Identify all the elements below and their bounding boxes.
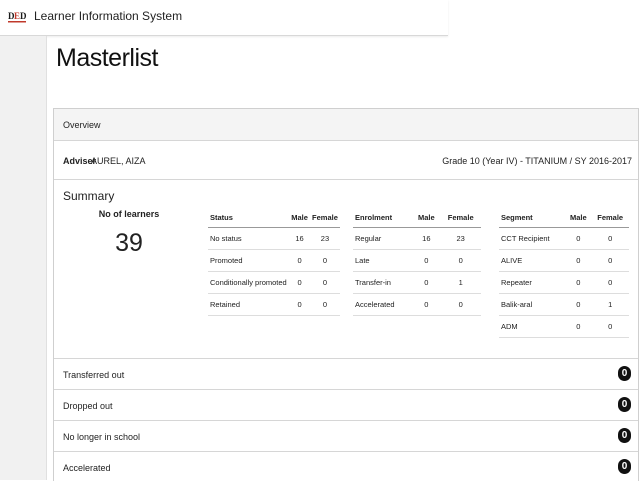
table-cell: Regular bbox=[353, 227, 413, 250]
table-cell: 16 bbox=[289, 227, 310, 250]
count-badge: 0 bbox=[618, 428, 631, 443]
learners-count-label: No of learners bbox=[98, 209, 160, 219]
table-cell: 16 bbox=[412, 227, 441, 250]
table-cell: ADM bbox=[499, 315, 566, 338]
count-badge: 0 bbox=[618, 459, 631, 474]
table-row: Accelerated 0 0 bbox=[353, 293, 481, 316]
table-cell: 0 bbox=[565, 227, 592, 250]
table-cell: 0 bbox=[591, 315, 629, 338]
table-cell: Promoted bbox=[208, 249, 290, 272]
table-header: Female bbox=[440, 207, 481, 228]
table-cell: Retained bbox=[208, 293, 290, 316]
table-cell: 0 bbox=[309, 249, 340, 272]
list-row-no-longer-in-school[interactable]: No longer in school 0 bbox=[54, 420, 638, 452]
table-cell: 1 bbox=[440, 271, 481, 294]
list-row-label: No longer in school bbox=[63, 432, 141, 442]
table-row: Conditionally promoted 0 0 bbox=[208, 271, 340, 294]
table-header: Male bbox=[565, 207, 592, 228]
table-row: No status 16 23 bbox=[208, 227, 340, 250]
adviser-row: Adviser AUREL, AIZA Grade 10 (Year IV) -… bbox=[54, 141, 638, 180]
table-cell: Late bbox=[353, 249, 413, 272]
svg-text:D: D bbox=[20, 11, 27, 21]
enrolment-table: Enrolment Male Female Regular 16 23 Late 0 0 Tran… bbox=[353, 207, 481, 316]
table-cell: 0 bbox=[440, 293, 481, 316]
table-row: Retained 0 0 bbox=[208, 293, 340, 316]
list-row-label: Accelerated bbox=[63, 463, 111, 473]
table-cell: Balik-aral bbox=[499, 293, 566, 316]
table-cell: Conditionally promoted bbox=[208, 271, 290, 294]
table-cell: ALIVE bbox=[499, 249, 566, 272]
table-cell: 0 bbox=[565, 293, 592, 316]
table-header: Segment bbox=[499, 207, 566, 228]
table-cell: 0 bbox=[565, 249, 592, 272]
table-row: Transfer-in 0 1 bbox=[353, 271, 481, 294]
table-cell: 0 bbox=[440, 249, 481, 272]
top-navbar: D E D Learner Information System bbox=[0, 0, 448, 36]
list-row-accelerated[interactable]: Accelerated 0 bbox=[54, 451, 638, 483]
table-header: Female bbox=[591, 207, 629, 228]
table-row: Regular 16 23 bbox=[353, 227, 481, 250]
sidebar bbox=[0, 36, 47, 480]
table-cell: 23 bbox=[440, 227, 481, 250]
panel-heading-label: Overview bbox=[63, 120, 101, 130]
table-row: CCT Recipient 0 0 bbox=[499, 227, 629, 250]
table-cell: 0 bbox=[309, 271, 340, 294]
table-row: Late 0 0 bbox=[353, 249, 481, 272]
learners-count: 39 bbox=[115, 229, 143, 257]
count-badge: 0 bbox=[618, 397, 631, 412]
table-cell: 0 bbox=[565, 271, 592, 294]
table-header: Male bbox=[289, 207, 310, 228]
page-title: Masterlist bbox=[56, 44, 158, 72]
table-row: ADM 0 0 bbox=[499, 315, 629, 338]
deped-logo-icon[interactable]: D E D bbox=[8, 7, 28, 27]
table-cell: 0 bbox=[412, 293, 441, 316]
table-header: Enrolment bbox=[353, 207, 413, 228]
table-cell: 0 bbox=[289, 249, 310, 272]
panel-heading: Overview bbox=[54, 109, 638, 141]
segment-table: Segment Male Female CCT Recipient 0 0 ALIVE 0 0 R… bbox=[499, 207, 629, 338]
list-row-dropped-out[interactable]: Dropped out 0 bbox=[54, 389, 638, 421]
table-cell: 0 bbox=[412, 271, 441, 294]
table-cell: CCT Recipient bbox=[499, 227, 566, 250]
overview-panel: Overview Adviser AUREL, AIZA Grade 10 (Y… bbox=[53, 108, 639, 483]
adviser-name: AUREL, AIZA bbox=[91, 156, 146, 166]
table-row: Repeater 0 0 bbox=[499, 271, 629, 294]
table-header: Status bbox=[208, 207, 290, 228]
table-cell: 0 bbox=[591, 271, 629, 294]
table-cell: Repeater bbox=[499, 271, 566, 294]
table-header: Female bbox=[309, 207, 340, 228]
table-cell: 0 bbox=[591, 249, 629, 272]
list-row-label: Dropped out bbox=[63, 401, 113, 411]
summary-title: Summary bbox=[63, 189, 115, 203]
table-row: ALIVE 0 0 bbox=[499, 249, 629, 272]
table-cell: 0 bbox=[591, 227, 629, 250]
table-row: Balik-aral 0 1 bbox=[499, 293, 629, 316]
table-cell: 23 bbox=[309, 227, 340, 250]
table-cell: Transfer-in bbox=[353, 271, 413, 294]
table-cell: 0 bbox=[289, 293, 310, 316]
count-badge: 0 bbox=[618, 366, 631, 381]
list-row-label: Transferred out bbox=[63, 370, 125, 380]
table-cell: 0 bbox=[565, 315, 592, 338]
table-cell: 0 bbox=[309, 293, 340, 316]
table-cell: No status bbox=[208, 227, 290, 250]
list-row-transferred-out[interactable]: Transferred out 0 bbox=[54, 358, 638, 390]
table-row: Promoted 0 0 bbox=[208, 249, 340, 272]
table-cell: Accelerated bbox=[353, 293, 413, 316]
table-header: Male bbox=[412, 207, 441, 228]
table-cell: 0 bbox=[412, 249, 441, 272]
table-cell: 1 bbox=[591, 293, 629, 316]
table-cell: 0 bbox=[289, 271, 310, 294]
status-table: Status Male Female No status 16 23 Promoted 0 0 C… bbox=[208, 207, 340, 316]
grade-section-info: Grade 10 (Year IV) - TITANIUM / SY 2016-… bbox=[442, 156, 632, 166]
app-title[interactable]: Learner Information System bbox=[34, 9, 182, 23]
